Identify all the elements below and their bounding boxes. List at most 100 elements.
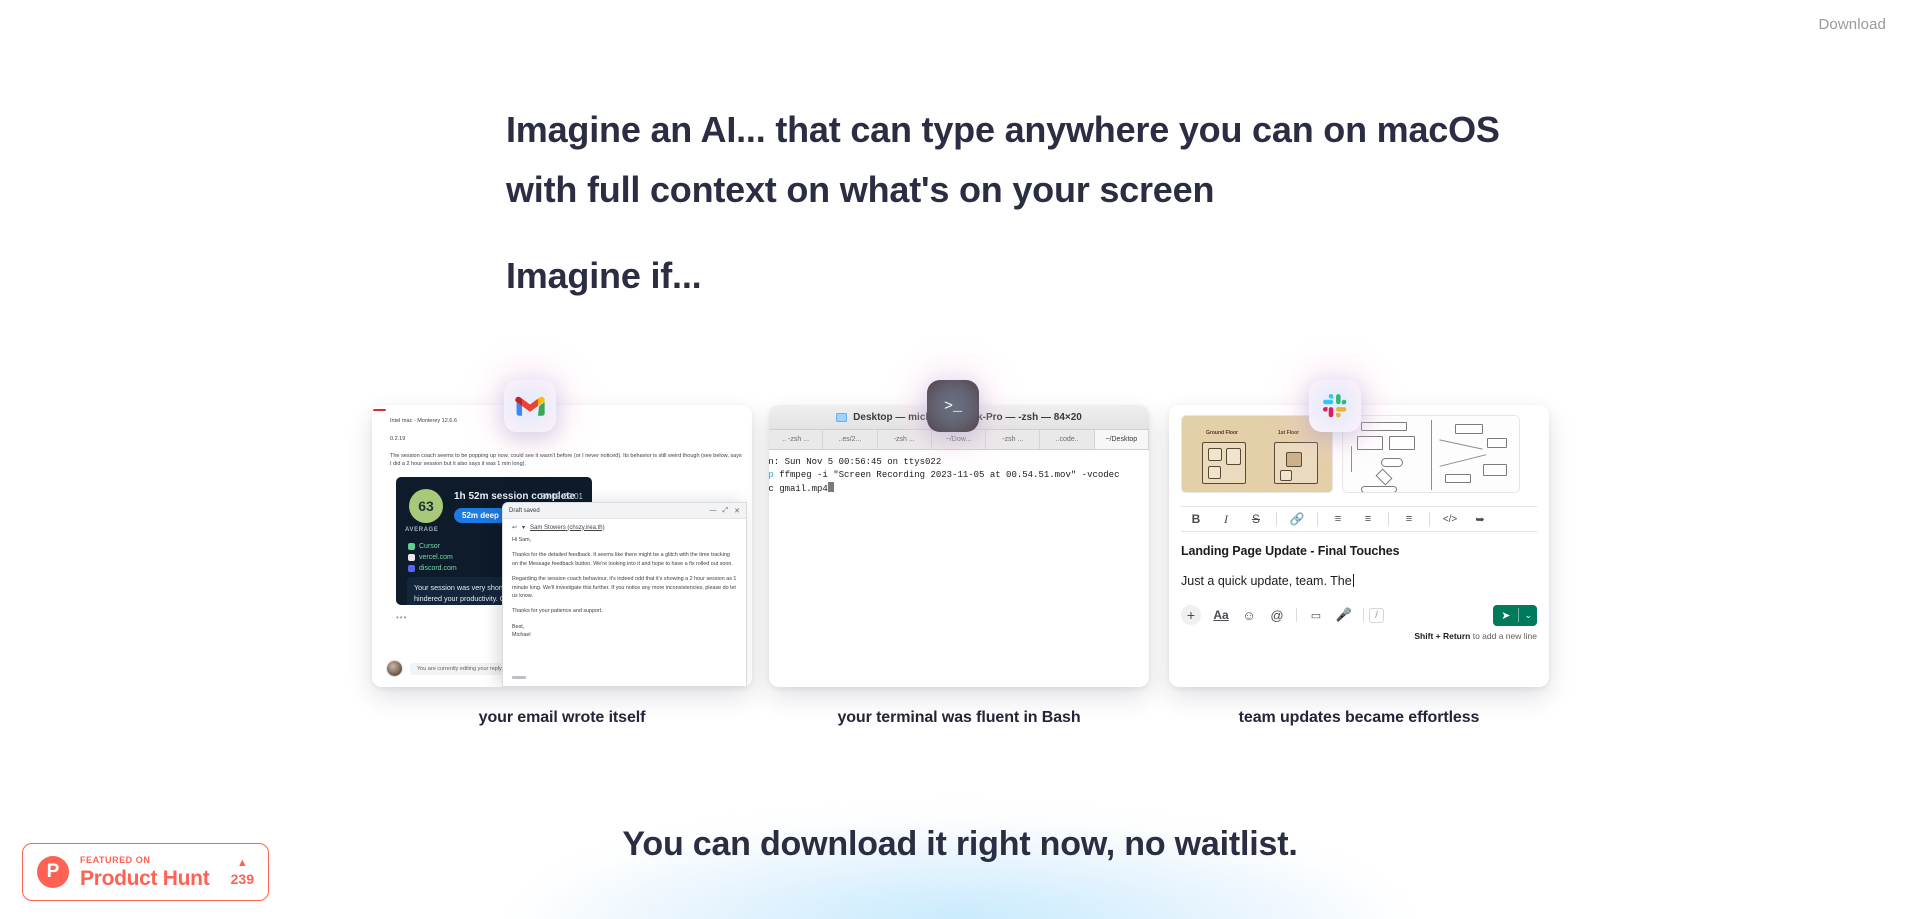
slack-hint-text: to add a new line: [1470, 631, 1537, 641]
toolbar-divider: [1317, 512, 1318, 526]
diagram-node: [1455, 424, 1483, 434]
diagram-node: [1445, 474, 1471, 483]
diagram-node: [1483, 464, 1507, 476]
product-hunt-text: FEATURED ON Product Hunt: [80, 854, 210, 890]
product-hunt-featured-label: FEATURED ON: [80, 854, 151, 865]
session-deep-pill: 52m deep: [454, 508, 507, 523]
slack-send-group: ➤ ⌄: [1493, 604, 1537, 626]
floorplan-room: [1226, 448, 1241, 465]
code-icon[interactable]: </>: [1435, 506, 1465, 532]
link-icon[interactable]: 🔗: [1282, 506, 1312, 532]
session-app-label: Cursor: [419, 543, 441, 550]
session-app-item: vercel.com: [408, 552, 457, 563]
session-app-item: discord.com: [408, 563, 457, 574]
expand-icon[interactable]: ⤢: [723, 507, 729, 515]
product-hunt-votes[interactable]: ▲ 239: [230, 857, 254, 887]
draft-paragraph: Thanks for the detailed feedback. It see…: [512, 552, 733, 567]
draft-recipient[interactable]: Sam Stowers (chszy.irea.th): [530, 525, 605, 531]
page-root: Download Imagine an AI... that can type …: [0, 0, 1920, 919]
diagram-edge: [1439, 454, 1487, 467]
terminal-tab-selected[interactable]: ~/Desktop: [1094, 430, 1149, 449]
feature-card-email: Intel mac - Monterey 12.6.6 0.2.19 The s…: [372, 380, 752, 727]
session-app-label: vercel.com: [419, 554, 453, 561]
session-score-label: AVERAGE: [405, 527, 439, 533]
slack-message-subject: Landing Page Update - Final Touches: [1181, 544, 1400, 558]
download-link[interactable]: Download: [1818, 16, 1886, 33]
close-icon[interactable]: ✕: [734, 507, 740, 515]
draft-signature: Michael: [512, 632, 531, 639]
chevron-down-icon[interactable]: ▾: [522, 524, 525, 531]
mention-icon[interactable]: @: [1263, 604, 1291, 626]
draft-signoff: Best,: [512, 623, 525, 630]
draft-paragraph: Regarding the session coach behaviour, i…: [512, 576, 737, 600]
draft-resize-handle[interactable]: [512, 676, 526, 679]
terminal-cursor: [827, 482, 834, 492]
hero-section: Imagine an AI... that can type anywhere …: [506, 100, 1506, 306]
hero-line-2: with full context on what's on your scre…: [506, 169, 1215, 210]
diagram-node: [1361, 486, 1397, 492]
ordered-list-icon[interactable]: ≡: [1323, 506, 1353, 532]
product-hunt-brand: Product Hunt: [80, 866, 210, 890]
video-icon[interactable]: ▭: [1302, 604, 1330, 626]
top-navigation: Download: [0, 0, 1920, 54]
slash-command-icon[interactable]: /: [1369, 607, 1384, 623]
terminal-icon: >_: [927, 380, 979, 432]
feature-cards-row: Intel mac - Monterey 12.6.6 0.2.19 The s…: [0, 380, 1920, 735]
slack-icon: [1309, 380, 1361, 432]
slack-message-input[interactable]: Just a quick update, team. The: [1181, 574, 1537, 588]
compose-draft-window: Draft saved — ⤢ ✕ ↩ ▾ Sam Stowers (chszy…: [502, 502, 747, 687]
action-divider: [1296, 608, 1297, 622]
floorplan-room: [1280, 470, 1292, 481]
diagram-divider: [1431, 420, 1432, 490]
gmail-more-button[interactable]: •••: [396, 613, 407, 622]
product-hunt-badge[interactable]: P FEATURED ON Product Hunt ▲ 239: [22, 843, 269, 901]
code-block-icon[interactable]: ➥: [1465, 506, 1495, 532]
strikethrough-icon[interactable]: S: [1241, 506, 1271, 532]
reply-arrow-icon[interactable]: ↩: [512, 524, 517, 531]
blockquote-icon[interactable]: ≡: [1394, 506, 1424, 532]
bold-icon[interactable]: B: [1181, 506, 1211, 532]
hero-line-1: Imagine an AI... that can type anywhere …: [506, 109, 1500, 150]
draft-greeting: Hi Sam,: [512, 537, 532, 543]
italic-icon[interactable]: I: [1211, 506, 1241, 532]
terminal-line: ac gmail.mp4: [769, 482, 1149, 496]
session-app-list: Cursor vercel.com discord.com: [408, 541, 457, 574]
hero-line-3: Imagine if...: [506, 255, 702, 296]
bulleted-list-icon[interactable]: ≡: [1353, 506, 1383, 532]
text-cursor: [1352, 574, 1354, 587]
audio-icon[interactable]: 🎤: [1330, 604, 1358, 626]
diagram-decision: [1375, 468, 1393, 486]
toolbar-divider: [1429, 512, 1430, 526]
toolbar-divider: [1276, 512, 1277, 526]
terminal-command: ffmpeg -i "Screen Recording 2023-11-05 a…: [773, 470, 1120, 480]
terminal-line: op ffmpeg -i "Screen Recording 2023-11-0…: [769, 469, 1149, 482]
diagram-node: [1381, 458, 1403, 467]
diagram-node: [1487, 438, 1507, 448]
floorplan-room: [1286, 452, 1302, 467]
draft-body[interactable]: Hi Sam, Thanks for the detailed feedback…: [503, 534, 746, 649]
product-hunt-logo-icon: P: [37, 856, 69, 888]
toolbar-divider: [1388, 512, 1389, 526]
cursor-icon: [408, 543, 415, 550]
upvote-arrow-icon[interactable]: ▲: [231, 857, 254, 869]
closing-headline: You can download it right now, no waitli…: [622, 825, 1298, 863]
terminal-tab[interactable]: ..es/2...: [823, 430, 878, 449]
product-hunt-vote-count: 239: [230, 870, 254, 887]
terminal-tab[interactable]: .. -zsh ...: [769, 430, 824, 449]
minimize-icon[interactable]: —: [710, 507, 717, 515]
emoji-icon[interactable]: ☺: [1235, 604, 1263, 626]
session-timestamp: 20:09-22:01: [540, 492, 583, 501]
feature-card-terminal: >_ Desktop — michaeljel...ook-Pro — -zsh…: [769, 380, 1149, 727]
card-caption-slack: team updates became effortless: [1238, 709, 1480, 726]
session-score: 63: [409, 489, 443, 523]
slack-hint-shortcut: Shift + Return: [1414, 631, 1471, 641]
slack-formatting-toolbar: B I S 🔗 ≡ ≡ ≡ </> ➥: [1181, 506, 1537, 532]
send-options-chevron-down-icon[interactable]: ⌄: [1519, 610, 1537, 621]
discord-icon: [408, 565, 415, 572]
send-button[interactable]: ➤: [1493, 609, 1518, 622]
floorplan-label-ground: Ground Floor: [1206, 430, 1238, 436]
plus-icon[interactable]: +: [1181, 605, 1201, 625]
draft-recipient-row: ↩ ▾ Sam Stowers (chszy.irea.th): [503, 519, 746, 534]
formatting-icon[interactable]: Aa: [1207, 604, 1235, 626]
terminal-tab[interactable]: ..code..: [1040, 430, 1095, 449]
